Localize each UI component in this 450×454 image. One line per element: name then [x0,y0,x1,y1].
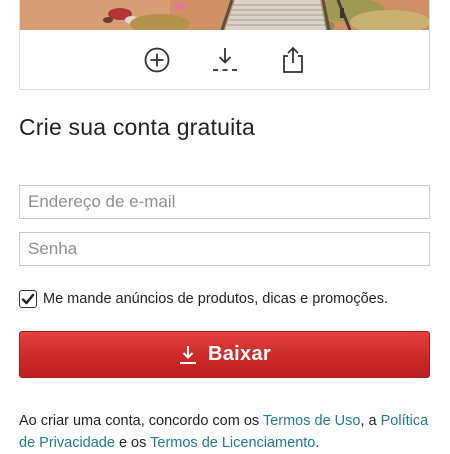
terms-text: Ao criar uma conta, concordo com os Term… [19,410,434,454]
terms-sep-1: , a [360,413,381,429]
email-field[interactable] [19,185,430,219]
share-icon [282,46,303,73]
password-field[interactable] [19,232,430,266]
download-icon [178,345,198,365]
download-button[interactable]: Baixar [19,331,430,378]
terms-of-use-link[interactable]: Termos de Uso [263,413,361,429]
terms-suffix: . [315,435,320,451]
opt-in-checkbox[interactable] [19,290,37,308]
add-circle-icon [144,47,169,73]
terms-prefix: Ao criar uma conta, concordo com os [19,413,263,429]
checkmark-icon [21,293,35,305]
download-icon [212,48,237,71]
preview-photo[interactable] [20,0,429,30]
share-button[interactable] [276,43,310,77]
signup-title: Crie sua conta gratuita [19,114,256,140]
image-preview-card [19,0,430,90]
image-action-bar [20,30,429,90]
opt-in-row: Me mande anúncios de produtos, dicas e p… [19,290,388,308]
add-to-collection-button[interactable] [140,43,174,77]
download-button-label: Baixar [208,343,271,365]
opt-in-label: Me mande anúncios de produtos, dicas e p… [43,291,388,307]
download-preview-button[interactable] [208,43,242,77]
licensing-terms-link[interactable]: Termos de Licenciamento [150,435,315,451]
terms-sep-2: e os [114,435,151,451]
